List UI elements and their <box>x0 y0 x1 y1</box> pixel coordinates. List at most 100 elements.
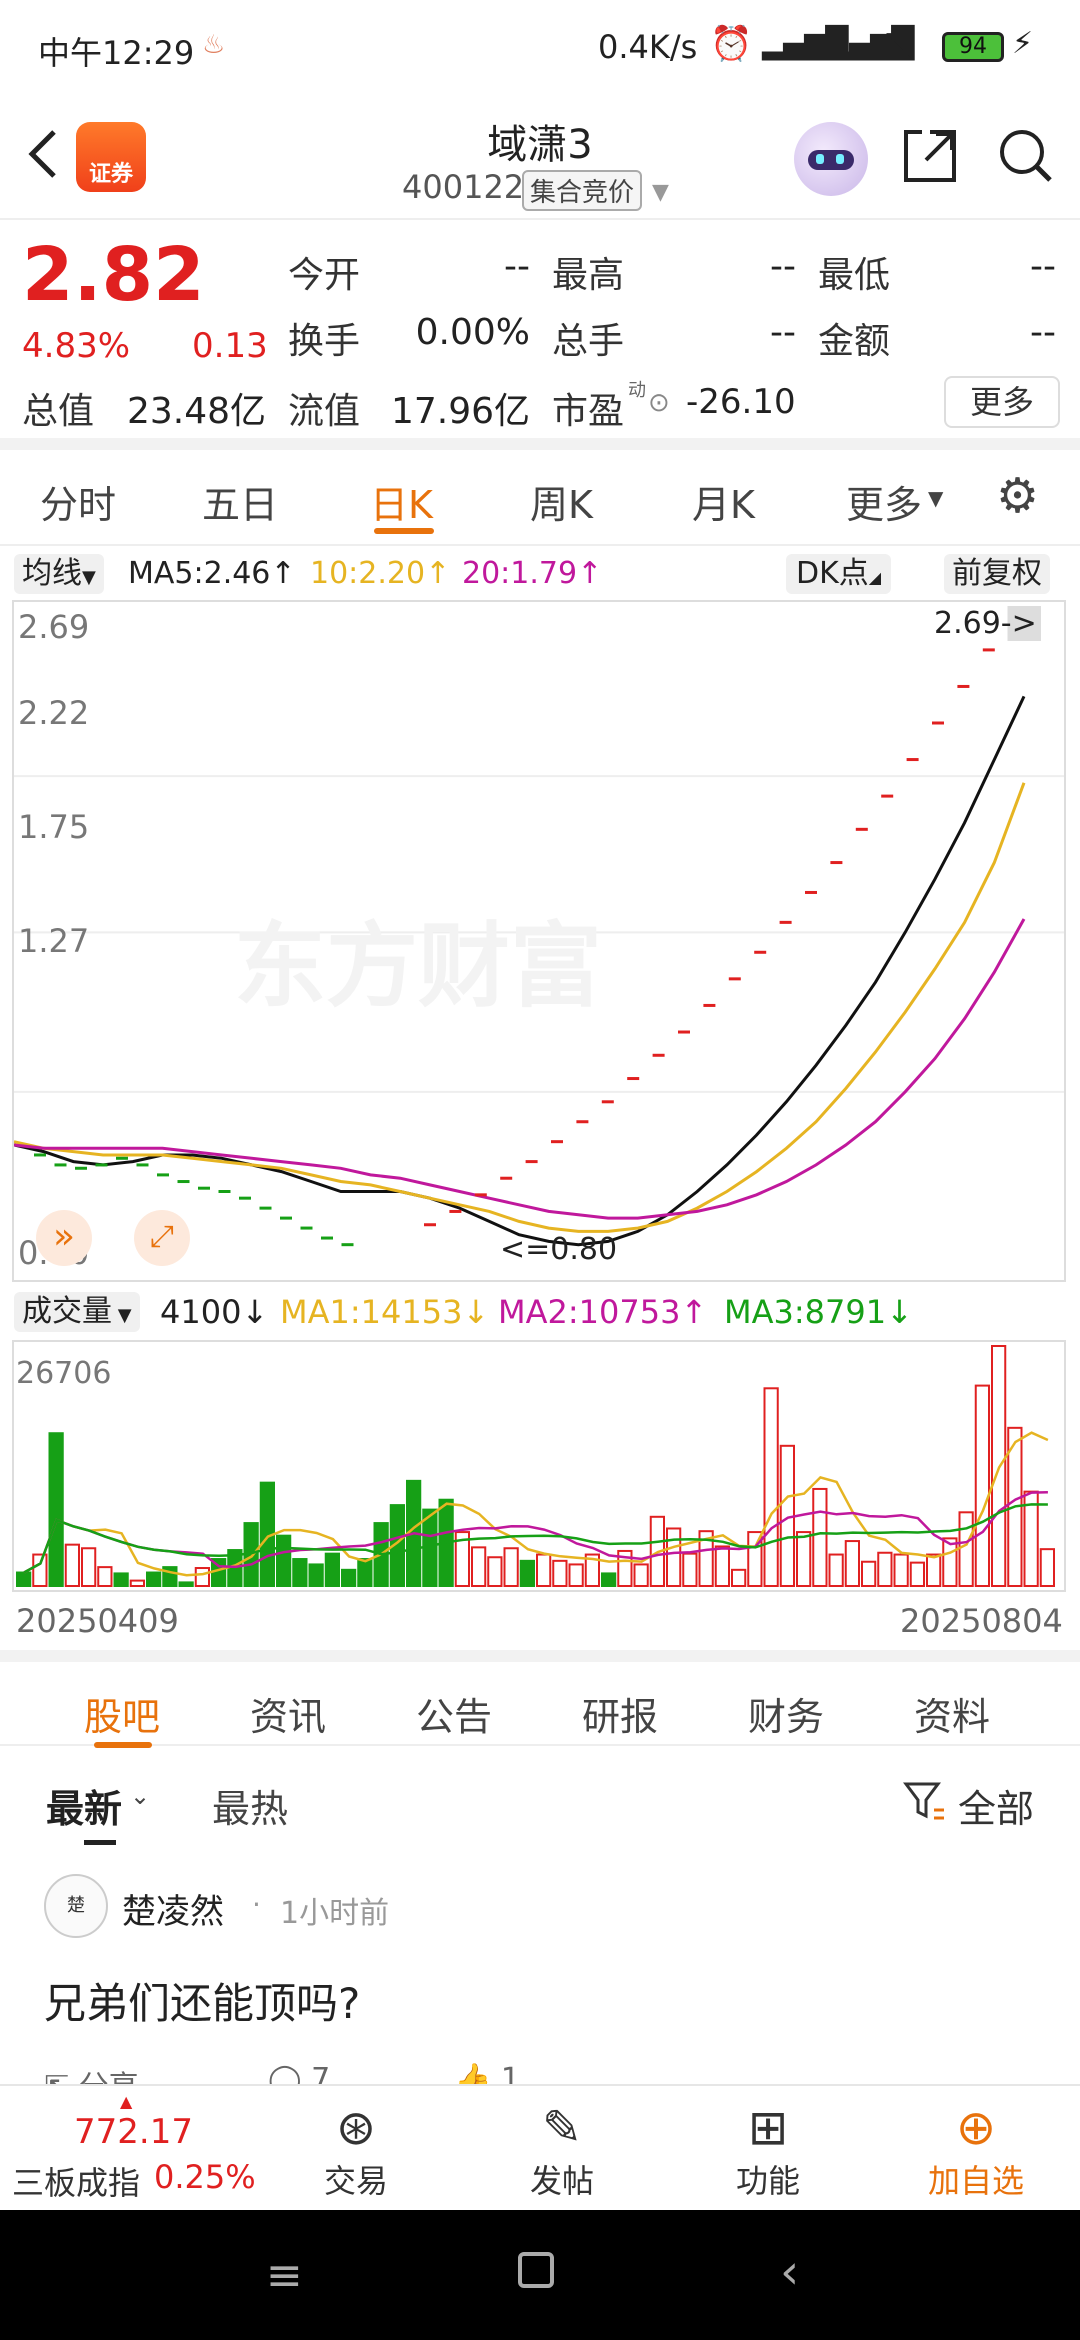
search-icon[interactable] <box>996 126 1056 190</box>
volume-bar-down <box>292 1558 308 1587</box>
tab-forum[interactable]: 股吧 <box>84 1686 160 1741</box>
ma-legend: 均线▼ MA5:2.46↑ 10:2.20↑ 20:1.79↑ DK点◢ 前复权 <box>0 548 1080 600</box>
back-nav-icon[interactable]: ‹ <box>780 2244 799 2300</box>
low-marker: <=0.80 <box>500 1232 618 1267</box>
back-arrow-icon <box>28 130 56 178</box>
robot-assistant-icon[interactable] <box>794 122 868 196</box>
share-action[interactable]: ⇱ 分享 <box>44 2062 139 2084</box>
volume-bar-up <box>731 1568 747 1587</box>
fullscreen-icon[interactable]: ⤢ <box>134 1210 190 1266</box>
volume-bar-down <box>341 1568 357 1587</box>
nav-trade[interactable]: ⊛ 交易 <box>286 2100 426 2202</box>
open-label: 今开 <box>288 255 361 296</box>
vol-ma2: MA2:10753↑ <box>498 1293 708 1331</box>
volume-bar-down <box>48 1432 64 1587</box>
kline-chart[interactable]: 2.69 2.22 1.75 1.27 0.80 东方财富 2.69-> <=0… <box>12 600 1066 1282</box>
securities-logo[interactable]: 证券 <box>76 122 146 192</box>
sort-hottest[interactable]: 最热 <box>212 1778 288 1833</box>
comment-icon: ◯ <box>268 2062 312 2084</box>
volume-bar-down <box>146 1571 162 1587</box>
more-button[interactable]: 更多 <box>944 376 1060 428</box>
change-amount: 0.13 <box>192 326 268 366</box>
volume-indicator-select[interactable]: 成交量 ▼ <box>14 1292 140 1332</box>
tab-news[interactable]: 资讯 <box>250 1686 326 1741</box>
filter-icon[interactable] <box>902 1778 946 1826</box>
comment-action[interactable]: ◯ 7 <box>268 2062 330 2084</box>
ma10-label: 10:2.20↑ <box>310 556 451 591</box>
sort-indicator <box>84 1840 116 1845</box>
pe-info-icon[interactable]: ⊙ <box>648 388 670 418</box>
low-value: -- <box>1030 246 1056 287</box>
menu-icon[interactable]: ≡ <box>266 2250 303 2301</box>
expand-left-icon[interactable]: » <box>36 1210 92 1266</box>
total-value: 23.48亿 <box>126 391 266 432</box>
volume-chart[interactable]: 26706 <box>12 1340 1066 1592</box>
open-value: -- <box>504 246 530 287</box>
status-bar: 中午12:29 ♨ 0.4K/s ⏰ ▂▄▆█ ▂▄▆█ ◥ 94 ⚡ <box>0 0 1080 96</box>
quote-panel: 2.82 4.83% 0.13 今开 -- 最高 -- 最低 -- 换手 0.0… <box>0 222 1080 450</box>
post-content[interactable]: 兄弟们还能顶吗? <box>44 1970 360 2031</box>
high-value: -- <box>770 246 796 287</box>
index-ticker[interactable]: ▲ 772.17 三板成指 0.25% <box>0 2086 260 2212</box>
back-button[interactable] <box>18 124 68 184</box>
tab-profile[interactable]: 资料 <box>914 1686 990 1741</box>
tab-monthly-k[interactable]: 月K <box>692 474 755 529</box>
notification-icon: ♨ <box>202 30 226 60</box>
home-icon[interactable] <box>518 2252 554 2288</box>
like-action[interactable]: 👍 1 <box>454 2062 520 2084</box>
tab-more[interactable]: 更多 <box>846 474 922 529</box>
sort-latest[interactable]: 最新 <box>46 1778 122 1833</box>
tab-announcements[interactable]: 公告 <box>416 1686 492 1741</box>
share-icon[interactable] <box>900 126 960 190</box>
post-author[interactable]: 楚凌然 <box>122 1884 224 1933</box>
volume-bar-up <box>942 1537 958 1587</box>
stock-name: 域潇3 <box>487 122 593 168</box>
share-action-icon: ⇱ <box>44 2070 79 2084</box>
nav-add-watchlist[interactable]: ⊕ 加自选 <box>906 2100 1046 2202</box>
trade-yen-icon: ⊛ <box>335 2100 377 2156</box>
vol-down-arrow-icon: ↓ <box>241 1293 269 1331</box>
indicator-select[interactable]: 均线▼ <box>14 554 104 594</box>
edit-icon: ✎ <box>541 2100 583 2156</box>
adjust-button[interactable]: 前复权 <box>944 554 1050 594</box>
settings-gear-icon[interactable]: ⚙ <box>996 472 1039 520</box>
volume-bar-up <box>877 1551 893 1587</box>
volume-bar-up <box>909 1561 925 1587</box>
nav-post[interactable]: ✎ 发帖 <box>492 2100 632 2202</box>
volume-label: 总手 <box>552 321 625 362</box>
tab-weekly-k[interactable]: 周K <box>530 474 593 529</box>
volume-bar-up <box>682 1552 698 1587</box>
date-start: 20250409 <box>16 1602 179 1640</box>
tab-research[interactable]: 研报 <box>582 1686 658 1741</box>
nav-trade-label: 交易 <box>323 2162 388 2200</box>
info-tabs: 股吧 资讯 公告 研报 财务 资料 <box>0 1650 1080 1748</box>
index-change: 0.25% <box>154 2158 256 2196</box>
nav-functions[interactable]: ⊞ 功能 <box>698 2100 838 2202</box>
volume-bar-up <box>503 1547 519 1588</box>
avatar[interactable]: 楚 <box>44 1874 108 1938</box>
date-end: 20250804 <box>900 1602 1063 1640</box>
tab-intraday[interactable]: 分时 <box>40 474 116 529</box>
volume-bar-up <box>552 1559 568 1587</box>
stock-header: 证券 域潇3 400122 集合竞价 ▼ <box>0 96 1080 220</box>
volume-bar-down <box>276 1534 292 1587</box>
total-value-label: 总值 <box>22 391 95 432</box>
tab-daily-k[interactable]: 日K <box>370 474 433 529</box>
dropdown-triangle-icon[interactable]: ▼ <box>652 180 669 205</box>
charging-icon: ⚡ <box>1012 26 1034 61</box>
dk-point-button[interactable]: DK点◢ <box>786 554 892 594</box>
volume-bar-down <box>178 1581 194 1588</box>
sort-chevron-icon[interactable]: ⌄ <box>130 1782 150 1810</box>
volume-bar-down <box>357 1558 373 1587</box>
pe-value: -26.10 <box>686 382 796 422</box>
ma20-up-arrow-icon: ↑ <box>577 556 603 591</box>
pe-label: 市盈 <box>552 391 625 432</box>
volume-bar-down <box>308 1563 324 1587</box>
price-tick-3: 1.27 <box>18 922 90 960</box>
volume-bar-up <box>97 1566 113 1588</box>
volume-bar-up <box>893 1553 909 1587</box>
tab-finance[interactable]: 财务 <box>748 1686 824 1741</box>
filter-all[interactable]: 全部 <box>958 1778 1034 1833</box>
tab-five-day[interactable]: 五日 <box>202 474 278 529</box>
float-value: 17.96亿 <box>390 391 530 432</box>
